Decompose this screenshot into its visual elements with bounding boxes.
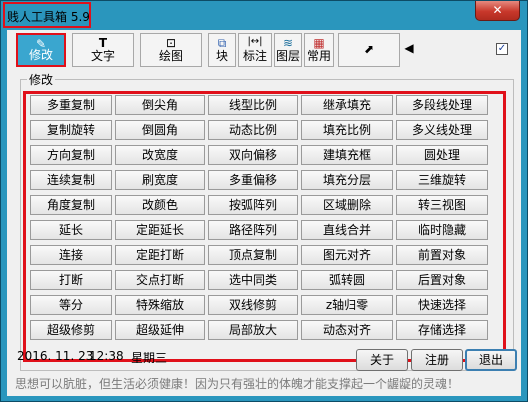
command-button[interactable]: 多义线处理	[396, 120, 488, 140]
command-button[interactable]: 改颜色	[115, 195, 205, 215]
tab-draw[interactable]: ⊡ 绘图	[140, 33, 202, 67]
command-button[interactable]: 等分	[30, 295, 112, 315]
tab-common[interactable]: ▦ 常用	[304, 33, 334, 67]
about-button[interactable]: 关于	[356, 349, 408, 371]
tab-block[interactable]: ⧉ 块	[208, 33, 236, 67]
command-button[interactable]: 圆处理	[396, 145, 488, 165]
command-button[interactable]: 连续复制	[30, 170, 112, 190]
dimension-icon: |↔|	[247, 36, 263, 47]
command-button[interactable]: 动态对齐	[301, 320, 393, 340]
tab-dimension-label: 标注	[242, 49, 267, 63]
command-button[interactable]: 三维旋转	[396, 170, 488, 190]
motto-text: 思想可以肮脏，但生活必须健康！因为只有强壮的体魄才能支撑起一个龌龊的灵魂！	[15, 377, 460, 391]
command-button[interactable]: 填充比例	[301, 120, 393, 140]
command-button[interactable]: 直线合并	[301, 220, 393, 240]
command-button[interactable]: 定距延长	[115, 220, 205, 240]
command-button[interactable]: 交点打断	[115, 270, 205, 290]
close-button[interactable]: ✕	[475, 1, 520, 21]
command-button[interactable]: 定距打断	[115, 245, 205, 265]
command-button[interactable]: 改宽度	[115, 145, 205, 165]
command-button[interactable]: 后置对象	[396, 270, 488, 290]
tab-dimension[interactable]: |↔| 标注	[238, 33, 272, 67]
exit-button[interactable]: 退出	[465, 349, 517, 371]
command-button[interactable]: 图元对齐	[301, 245, 393, 265]
command-button[interactable]: 继承填充	[301, 95, 393, 115]
toolbar: ✎ 修改 T 文字 ⊡ 绘图 ⧉ 块 |↔| 标注 ≋ 图层 ▦ 常用 ⬈ ◀ …	[12, 31, 516, 69]
tab-layer[interactable]: ≋ 图层	[274, 33, 302, 67]
command-button[interactable]: 连接	[30, 245, 112, 265]
command-button[interactable]: 倒圆角	[115, 120, 205, 140]
command-button[interactable]: 角度复制	[30, 195, 112, 215]
command-button[interactable]: 超级延伸	[115, 320, 205, 340]
command-button[interactable]: z轴归零	[301, 295, 393, 315]
title-bar[interactable]: 贱人工具箱 5.9 ✕	[1, 1, 527, 30]
app-window: 贱人工具箱 5.9 ✕ ✎ 修改 T 文字 ⊡ 绘图 ⧉ 块 |↔| 标注 ≋ …	[0, 0, 528, 402]
command-button[interactable]: 前置对象	[396, 245, 488, 265]
command-button[interactable]: 按弧阵列	[208, 195, 298, 215]
command-button[interactable]: 方向复制	[30, 145, 112, 165]
command-button[interactable]: 超级修剪	[30, 320, 112, 340]
command-button[interactable]: 多重偏移	[208, 170, 298, 190]
command-button[interactable]: 打断	[30, 270, 112, 290]
topmost-checkbox[interactable]: ✓	[496, 43, 508, 55]
command-button[interactable]: 区域删除	[301, 195, 393, 215]
command-button[interactable]: 多段线处理	[396, 95, 488, 115]
command-button[interactable]: 建填充框	[301, 145, 393, 165]
command-button[interactable]: 复制旋转	[30, 120, 112, 140]
command-button[interactable]: 存储选择	[396, 320, 488, 340]
command-button[interactable]: 转三视图	[396, 195, 488, 215]
tab-text[interactable]: T 文字	[72, 33, 134, 67]
command-button[interactable]: 临时隐藏	[396, 220, 488, 240]
arrow-left-icon: ◀	[404, 41, 414, 55]
export-button[interactable]: ⬈	[338, 33, 400, 67]
command-button[interactable]: 路径阵列	[208, 220, 298, 240]
command-button[interactable]: 倒尖角	[115, 95, 205, 115]
command-button[interactable]: 填充分层	[301, 170, 393, 190]
title-highlight	[3, 2, 91, 28]
command-button[interactable]: 选中同类	[208, 270, 298, 290]
command-button[interactable]: 延长	[30, 220, 112, 240]
command-button[interactable]: 双向偏移	[208, 145, 298, 165]
tab-modify-label: 修改	[28, 48, 53, 62]
register-button[interactable]: 注册	[411, 349, 463, 371]
command-button[interactable]: 局部放大	[208, 320, 298, 340]
command-button[interactable]: 特殊缩放	[115, 295, 205, 315]
group-label: 修改	[27, 71, 56, 88]
command-button[interactable]: 弧转圆	[301, 270, 393, 290]
command-button[interactable]: 线型比例	[208, 95, 298, 115]
command-button[interactable]: 顶点复制	[208, 245, 298, 265]
command-button[interactable]: 多重复制	[30, 95, 112, 115]
status-date: 2016. 11. 23	[17, 349, 94, 363]
export-icon: ⬈	[363, 42, 375, 56]
tab-layer-label: 图层	[275, 49, 300, 63]
command-button[interactable]: 动态比例	[208, 120, 298, 140]
tab-draw-label: 绘图	[158, 49, 183, 63]
scroll-left-button[interactable]: ◀	[402, 33, 416, 67]
client-area: ✎ 修改 T 文字 ⊡ 绘图 ⧉ 块 |↔| 标注 ≋ 图层 ▦ 常用 ⬈ ◀ …	[7, 30, 521, 396]
tab-block-label: 块	[215, 49, 228, 63]
tab-common-label: 常用	[306, 49, 331, 63]
command-button[interactable]: 快速选择	[396, 295, 488, 315]
command-button[interactable]: 双线修剪	[208, 295, 298, 315]
tab-text-label: 文字	[90, 49, 115, 63]
status-weekday: 星期三	[131, 351, 168, 365]
command-button[interactable]: 刷宽度	[115, 170, 205, 190]
tab-modify[interactable]: ✎ 修改	[16, 33, 66, 67]
status-time: 12:38	[89, 349, 124, 363]
